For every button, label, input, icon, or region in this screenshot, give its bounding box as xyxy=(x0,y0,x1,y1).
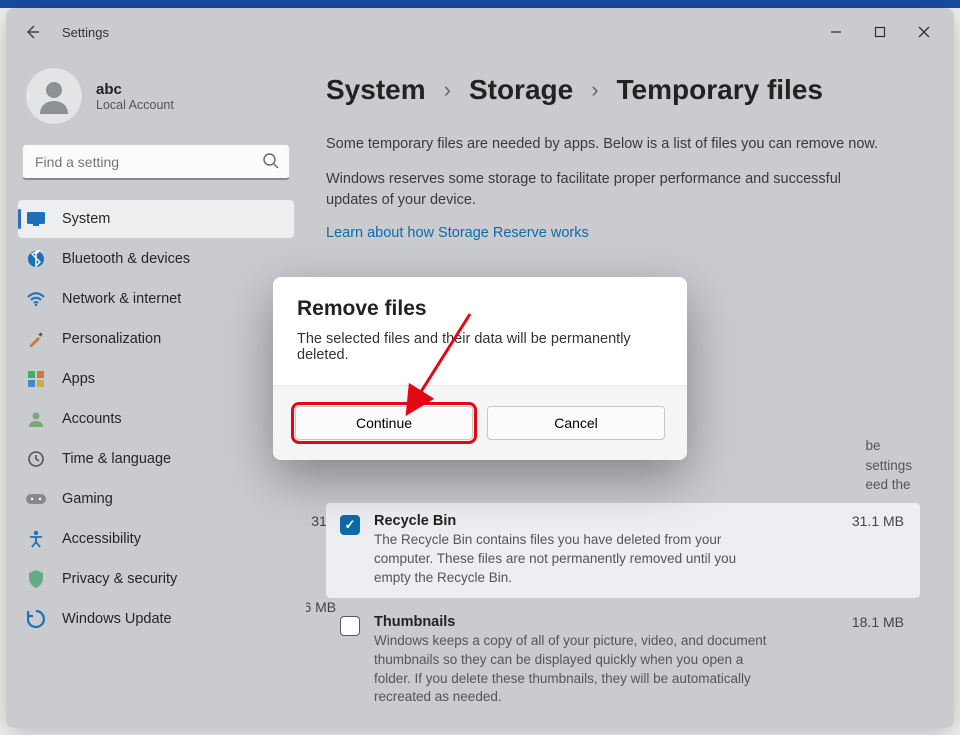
cancel-button[interactable]: Cancel xyxy=(487,406,665,440)
remove-files-dialog: Remove files The selected files and thei… xyxy=(273,277,687,460)
modal-wrap: Remove files The selected files and thei… xyxy=(6,8,954,728)
dialog-title: Remove files xyxy=(297,297,663,321)
dialog-text: The selected files and their data will b… xyxy=(297,331,663,363)
office-ribbon xyxy=(0,0,960,8)
continue-button[interactable]: Continue xyxy=(295,406,473,440)
settings-window: Settings abc Local Account xyxy=(6,8,954,728)
ribbon-tabs xyxy=(0,0,960,8)
